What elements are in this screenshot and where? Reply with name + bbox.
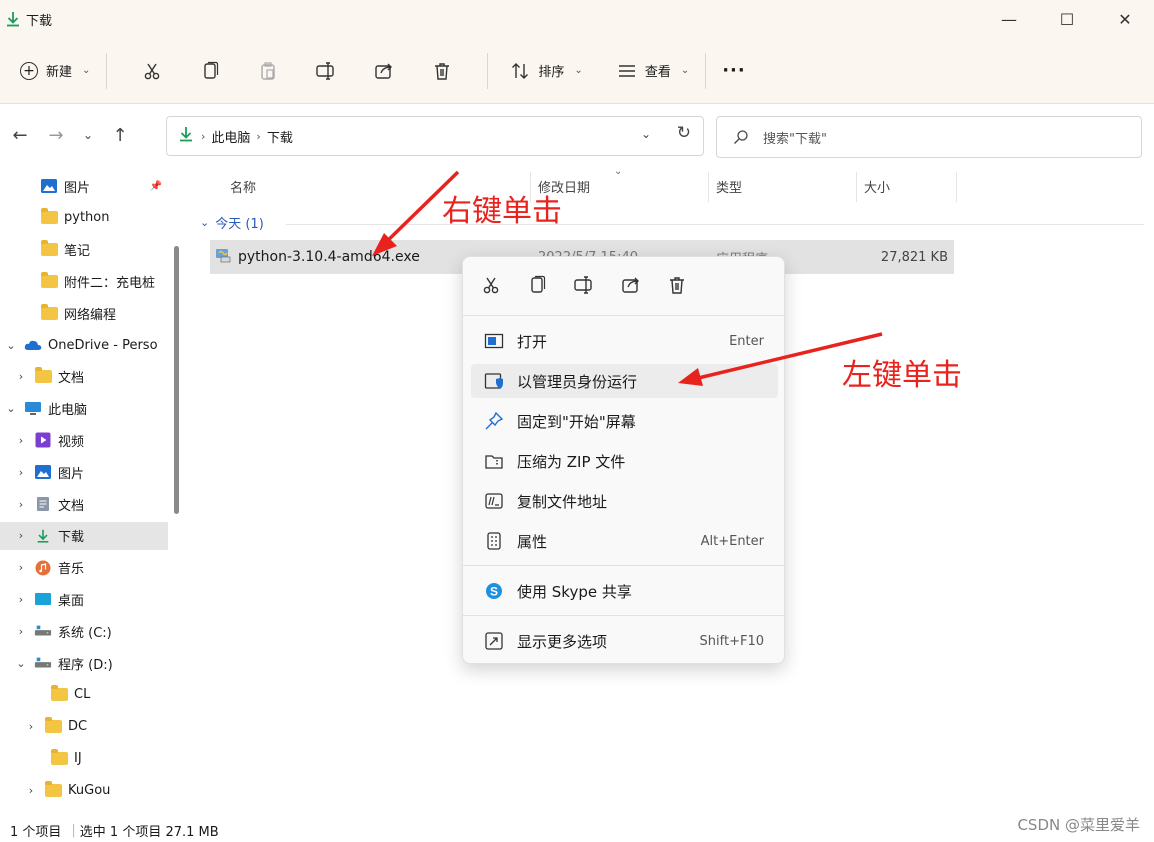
status-selection: 选中 1 个项目 27.1 MB <box>79 824 219 840</box>
watermark: CSDN @菜里爱羊 <box>1017 816 1140 834</box>
annotation-left-click: 左键单击 <box>842 358 962 393</box>
annotation-right-click: 右键单击 <box>442 194 562 229</box>
annotation-arrows <box>372 170 883 386</box>
status-item-count: 1 个项目 <box>10 824 62 840</box>
divider: | <box>71 822 76 838</box>
status-bar: 1 个项目 | 选中 1 个项目 27.1 MB <box>0 818 1154 842</box>
